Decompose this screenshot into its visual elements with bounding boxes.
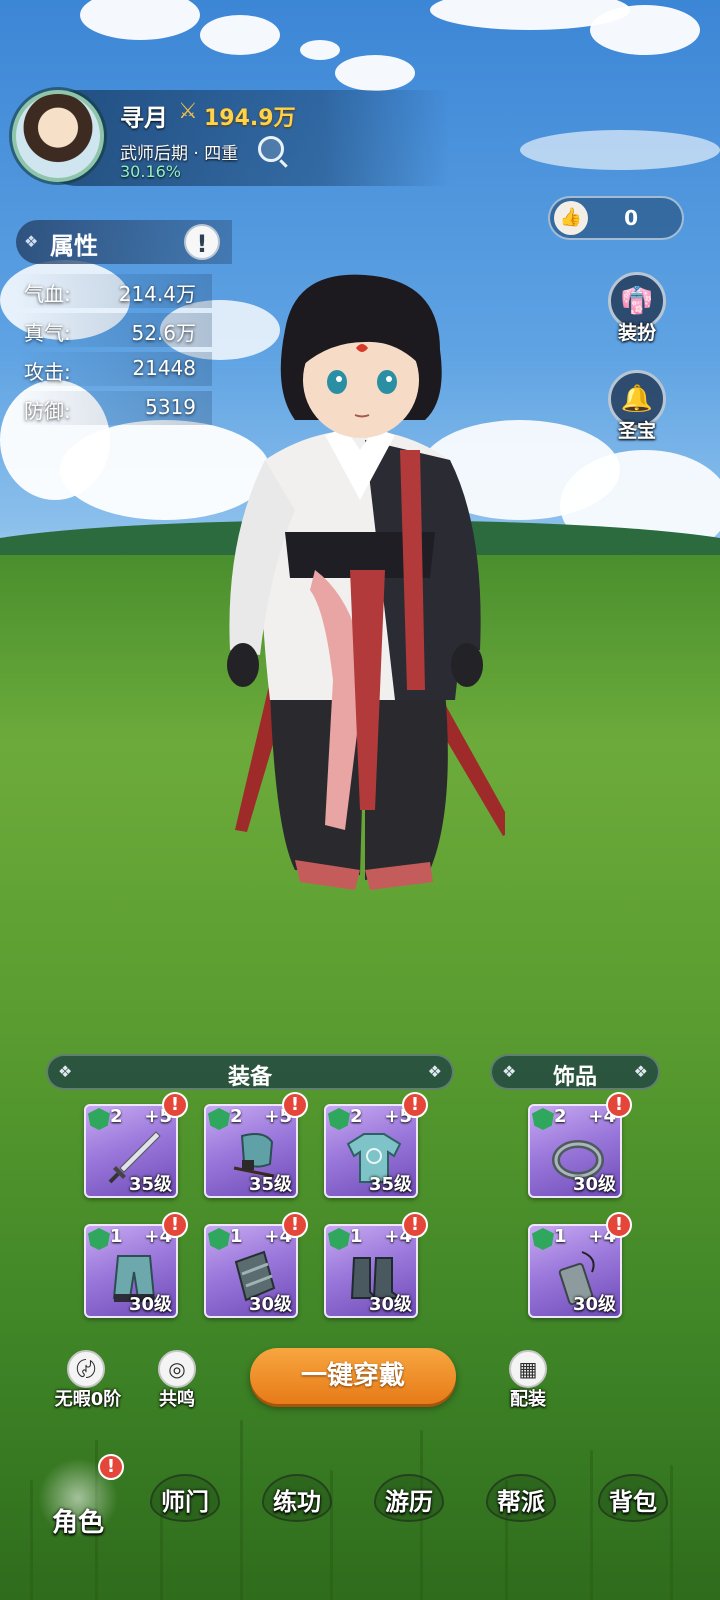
diamond-ornament-icon: ❖ — [24, 232, 39, 251]
alert-icon: ! — [282, 1092, 308, 1118]
item-level: 35级 — [368, 1174, 412, 1195]
attr-label: 真气: — [24, 321, 71, 345]
diamond-ornament-icon: ❖ — [427, 1062, 442, 1081]
grade-badge-icon — [328, 1228, 350, 1250]
treasure-button[interactable]: 🔔 圣宝 — [606, 370, 668, 450]
attr-row-defense: 防御: 5319 — [16, 391, 212, 425]
nav-train-label: 练功 — [273, 1488, 321, 1516]
cultivation-realm: 武师后期 · 四重 — [120, 144, 239, 164]
equip-slot-bracer[interactable]: 1 +4 30级 ! — [204, 1212, 308, 1318]
item-grade: 1 — [350, 1226, 363, 1247]
attr-value: 52.6万 — [131, 321, 196, 345]
outfit-label: 装扮 — [617, 322, 656, 344]
alert-icon: ! — [402, 1092, 428, 1118]
grade-badge-icon — [208, 1108, 230, 1130]
nav-travel-label: 游历 — [385, 1488, 433, 1516]
equipment-header: ❖ 装备 ❖ — [46, 1054, 454, 1090]
item-grade: 2 — [110, 1106, 123, 1127]
attr-row-qi: 真气: 52.6万 — [16, 313, 212, 347]
grade-badge-icon — [532, 1108, 554, 1130]
attr-value: 5319 — [145, 395, 196, 419]
like-count: 0 — [624, 206, 638, 230]
attr-label: 气血: — [24, 282, 71, 306]
nav-tab-guild[interactable]: 帮派 — [476, 1470, 566, 1526]
wear-all-button[interactable]: 一键穿戴 — [250, 1348, 456, 1404]
flawless-label: 无暇0阶 — [54, 1389, 122, 1410]
alert-icon: ! — [606, 1212, 632, 1238]
item-level: 35级 — [128, 1174, 172, 1195]
treasure-label: 圣宝 — [617, 420, 656, 442]
item-level: 30级 — [572, 1174, 616, 1195]
nav-role-label: 角色 — [51, 1508, 104, 1538]
alert-icon: ! — [606, 1092, 632, 1118]
attributes-title: 属性 — [50, 232, 98, 260]
resonance-label: 共鸣 — [159, 1389, 195, 1410]
crossed-swords-icon: ⚔ — [178, 99, 198, 124]
loadout-label: 配装 — [510, 1389, 546, 1410]
grade-badge-icon — [88, 1228, 110, 1250]
item-grade: 1 — [110, 1226, 123, 1247]
attr-row-attack: 攻击: 21448 — [16, 352, 212, 386]
flawless-icon: 〄 — [67, 1350, 105, 1388]
item-grade: 1 — [230, 1226, 243, 1247]
accessory-slot-ring[interactable]: 2 +4 30级 ! — [528, 1092, 632, 1198]
grade-badge-icon — [328, 1108, 350, 1130]
item-level: 30级 — [248, 1294, 292, 1315]
alert-icon: ! — [282, 1212, 308, 1238]
alert-icon: ! — [162, 1092, 188, 1118]
nav-sect-label: 师门 — [161, 1488, 209, 1516]
attr-value: 214.4万 — [118, 282, 196, 306]
nav-bag-label: 背包 — [609, 1488, 657, 1516]
equip-slot-pants[interactable]: 1 +4 30级 ! — [84, 1212, 188, 1318]
character-model — [227, 274, 505, 890]
nav-tab-sect[interactable]: 师门 — [140, 1470, 230, 1526]
equipment-title: 装备 — [227, 1065, 272, 1090]
accessories-header: ❖ 饰品 ❖ — [490, 1054, 660, 1090]
item-level: 30级 — [368, 1294, 412, 1315]
item-grade: 2 — [230, 1106, 243, 1127]
equip-slot-weapon[interactable]: 2 +5 35级 ! — [84, 1092, 188, 1198]
alert-icon: ! — [162, 1212, 188, 1238]
attr-label: 防御: — [24, 399, 71, 423]
like-counter[interactable]: 👍 0 — [548, 196, 684, 240]
item-level: 30级 — [128, 1294, 172, 1315]
realm-progress: 30.16% — [120, 162, 182, 181]
attr-label: 攻击: — [24, 360, 71, 384]
diamond-ornament-icon: ❖ — [633, 1062, 648, 1081]
item-grade: 1 — [554, 1226, 567, 1247]
player-name: 寻月 — [120, 104, 168, 132]
nav-tab-bag[interactable]: 背包 — [588, 1470, 678, 1526]
outfit-button[interactable]: 👘 装扮 — [606, 272, 668, 352]
nav-tab-role[interactable]: 角色 ! — [30, 1450, 126, 1546]
nav-tab-train[interactable]: 练功 — [252, 1470, 342, 1526]
item-level: 35级 — [248, 1174, 292, 1195]
alert-icon: ! — [98, 1454, 124, 1480]
equip-slot-robe[interactable]: 2 +5 35级 ! — [324, 1092, 428, 1198]
combat-power: 194.9万 — [204, 106, 296, 131]
nav-tab-travel[interactable]: 游历 — [364, 1470, 454, 1526]
nav-guild-label: 帮派 — [497, 1488, 545, 1516]
attributes-header: ❖ 属性 ! — [16, 220, 232, 264]
attr-row-hp: 气血: 214.4万 — [16, 274, 212, 308]
grade-badge-icon — [208, 1228, 230, 1250]
alert-icon: ! — [402, 1212, 428, 1238]
item-grade: 2 — [350, 1106, 363, 1127]
accessory-slot-pendant[interactable]: 1 +4 30级 ! — [528, 1212, 632, 1318]
player-avatar[interactable] — [12, 90, 104, 182]
item-level: 30级 — [572, 1294, 616, 1315]
resonance-icon: ◎ — [158, 1350, 196, 1388]
search-icon[interactable] — [258, 136, 284, 162]
grade-badge-icon — [532, 1228, 554, 1250]
grid-icon: ▦ — [509, 1350, 547, 1388]
attr-value: 21448 — [132, 356, 196, 380]
grade-badge-icon — [88, 1108, 110, 1130]
equip-slot-helmet[interactable]: 2 +5 35级 ! — [204, 1092, 308, 1198]
info-icon[interactable]: ! — [184, 224, 220, 260]
item-grade: 2 — [554, 1106, 567, 1127]
thumbs-up-icon: 👍 — [554, 201, 588, 235]
equip-slot-boots[interactable]: 1 +4 30级 ! — [324, 1212, 428, 1318]
